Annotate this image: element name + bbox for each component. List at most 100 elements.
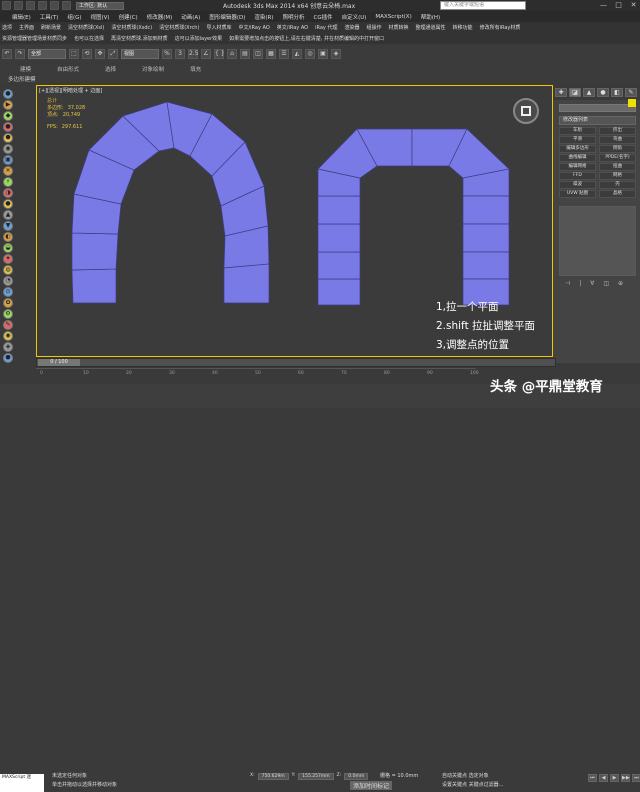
menu-views[interactable]: 视图(V): [91, 13, 110, 21]
mirror-icon[interactable]: ⌂: [227, 49, 237, 59]
reference-coord-dropdown[interactable]: 视图: [121, 49, 159, 59]
motion-tab-icon[interactable]: ●: [597, 88, 609, 97]
modifier-button[interactable]: PPDE(名字): [599, 154, 636, 162]
undo-icon[interactable]: ↶: [2, 49, 12, 59]
maximize-icon[interactable]: □: [614, 1, 623, 10]
schematic-view-icon[interactable]: ◭: [292, 49, 302, 59]
open-file-icon[interactable]: [26, 1, 35, 10]
previous-frame-icon[interactable]: ◀: [599, 774, 608, 782]
mesh-face[interactable]: [317, 195, 361, 225]
tool-icon[interactable]: ⬢: [3, 133, 13, 143]
make-unique-icon[interactable]: ∀: [590, 280, 594, 287]
percent-snap-icon[interactable]: %: [162, 49, 172, 59]
tool-icon[interactable]: ◉: [3, 331, 13, 341]
modifier-button[interactable]: 弯曲: [599, 136, 636, 144]
tool-icon[interactable]: ⚙: [3, 309, 13, 319]
modifier-list-dropdown[interactable]: 修改器列表: [559, 116, 636, 125]
add-time-tag-button[interactable]: 添加时间标记: [350, 781, 393, 790]
tool-icon[interactable]: ●: [3, 89, 13, 99]
redo-icon[interactable]: [62, 1, 71, 10]
search-input[interactable]: 键入关键字或短语: [440, 1, 526, 10]
modifier-button[interactable]: 车削: [559, 127, 596, 135]
plugin-button[interactable]: 渲染器: [344, 24, 359, 31]
new-file-icon[interactable]: [14, 1, 23, 10]
tool-icon[interactable]: ✕: [3, 166, 13, 176]
render-icon[interactable]: ◈: [331, 49, 341, 59]
menu-graph-editors[interactable]: 图形编辑器(D): [209, 13, 245, 21]
snap-2-5d-icon[interactable]: 2.5: [188, 49, 199, 59]
plugin-button[interactable]: 导入材质库: [206, 24, 231, 31]
ribbon-tab-populate[interactable]: 填充: [190, 65, 201, 73]
tool-icon[interactable]: ◔: [3, 276, 13, 286]
plugin-button[interactable]: iRay 代理: [315, 24, 337, 31]
modifier-button[interactable]: 曲线编辑: [559, 154, 596, 162]
mesh-face[interactable]: [317, 223, 361, 253]
modifier-button[interactable]: 倒角: [599, 145, 636, 153]
plugin-button[interactable]: 刷新场景: [41, 24, 61, 31]
maxscript-listener[interactable]: MAXScript 迷: [0, 774, 44, 792]
plugin-button[interactable]: 组操作: [367, 24, 382, 31]
mesh-face[interactable]: [223, 263, 270, 304]
modifier-button[interactable]: 壳: [599, 181, 636, 189]
plugin-button[interactable]: 中文/iRay AO: [238, 24, 269, 31]
close-icon[interactable]: ✕: [629, 1, 638, 10]
named-selection-icon[interactable]: { }: [214, 49, 225, 59]
display-tab-icon[interactable]: ◧: [611, 88, 623, 97]
hierarchy-tab-icon[interactable]: ▲: [583, 88, 595, 97]
plugin-button[interactable]: 英文/iRay AO: [277, 24, 308, 31]
menu-rendering[interactable]: 渲染(R): [254, 13, 273, 21]
curve-editor-icon[interactable]: ☰: [279, 49, 289, 59]
pin-stack-icon[interactable]: ⊣: [565, 280, 570, 287]
modifier-button[interactable]: 网格: [599, 172, 636, 180]
modifier-button[interactable]: 扭曲: [599, 163, 636, 171]
key-filters-button[interactable]: 关键点过滤器...: [469, 782, 504, 788]
configure-modifier-icon[interactable]: ⊕: [618, 280, 623, 287]
tool-icon[interactable]: ◒: [3, 243, 13, 253]
menu-group[interactable]: 组(G): [67, 13, 81, 21]
workspace-dropdown[interactable]: 工作区: 默认: [76, 1, 124, 10]
ribbon-tab-freeform[interactable]: 自由形式: [57, 65, 79, 73]
modifier-button[interactable]: 晶格: [599, 190, 636, 198]
tool-icon[interactable]: ◉: [3, 144, 13, 154]
create-tab-icon[interactable]: ✚: [555, 88, 567, 97]
play-icon[interactable]: ▶: [610, 774, 619, 782]
select-icon[interactable]: ⬚: [69, 49, 79, 59]
app-logo-icon[interactable]: [2, 1, 11, 10]
modifier-button[interactable]: 编辑多边形: [559, 145, 596, 153]
tool-icon[interactable]: ◆: [3, 111, 13, 121]
menu-modifiers[interactable]: 修改器(M): [147, 13, 173, 21]
ribbon-tab-object-paint[interactable]: 对象绘制: [142, 65, 164, 73]
tool-icon[interactable]: ◍: [3, 265, 13, 275]
tool-icon[interactable]: ●: [3, 122, 13, 132]
menu-edit[interactable]: 编辑(E): [12, 13, 31, 21]
y-coord-field[interactable]: 155.257mm: [298, 773, 334, 780]
viewport-label[interactable]: [+][透视][明暗处理 + 边面]: [39, 87, 102, 94]
menu-animation[interactable]: 动画(A): [181, 13, 200, 21]
utilities-tab-icon[interactable]: ✎: [625, 88, 637, 97]
remove-modifier-icon[interactable]: ◫: [603, 280, 609, 287]
tool-icon[interactable]: ▼: [3, 221, 13, 231]
mesh-face[interactable]: [462, 251, 510, 280]
menu-help[interactable]: 帮助(H): [421, 13, 440, 21]
tool-icon[interactable]: ⚡: [3, 177, 13, 187]
object-color-swatch[interactable]: [628, 99, 636, 107]
plugin-button[interactable]: 主界面: [19, 24, 34, 31]
set-key-button[interactable]: 设置关键点: [442, 782, 467, 788]
mesh-face[interactable]: [71, 232, 119, 271]
modifier-button[interactable]: 编辑网格: [559, 163, 596, 171]
go-to-start-icon[interactable]: ⏮: [588, 774, 597, 782]
modifier-button[interactable]: 挤出: [599, 127, 636, 135]
modifier-button[interactable]: 噪波: [559, 181, 596, 189]
tool-icon[interactable]: ▲: [3, 210, 13, 220]
mesh-face[interactable]: [317, 278, 361, 306]
angle-snap-icon[interactable]: ∠: [201, 49, 211, 59]
plugin-button[interactable]: 清空材质球(Xsl): [68, 24, 104, 31]
tool-icon[interactable]: ◐: [3, 232, 13, 242]
track-bar[interactable]: 0 10 20 30 40 50 60 70 80 90 100: [36, 368, 479, 384]
snap-3d-icon[interactable]: 3: [175, 49, 185, 59]
plugin-tip[interactable]: 如果需要增加点击的按钮上,请在右键清楚, 并在材质编辑的中打开窗口: [229, 35, 384, 42]
go-to-end-icon[interactable]: ⏭: [632, 774, 640, 782]
mesh-face[interactable]: [462, 195, 510, 225]
tool-icon[interactable]: ⬣: [3, 353, 13, 363]
layer-manager-icon[interactable]: ◫: [253, 49, 263, 59]
